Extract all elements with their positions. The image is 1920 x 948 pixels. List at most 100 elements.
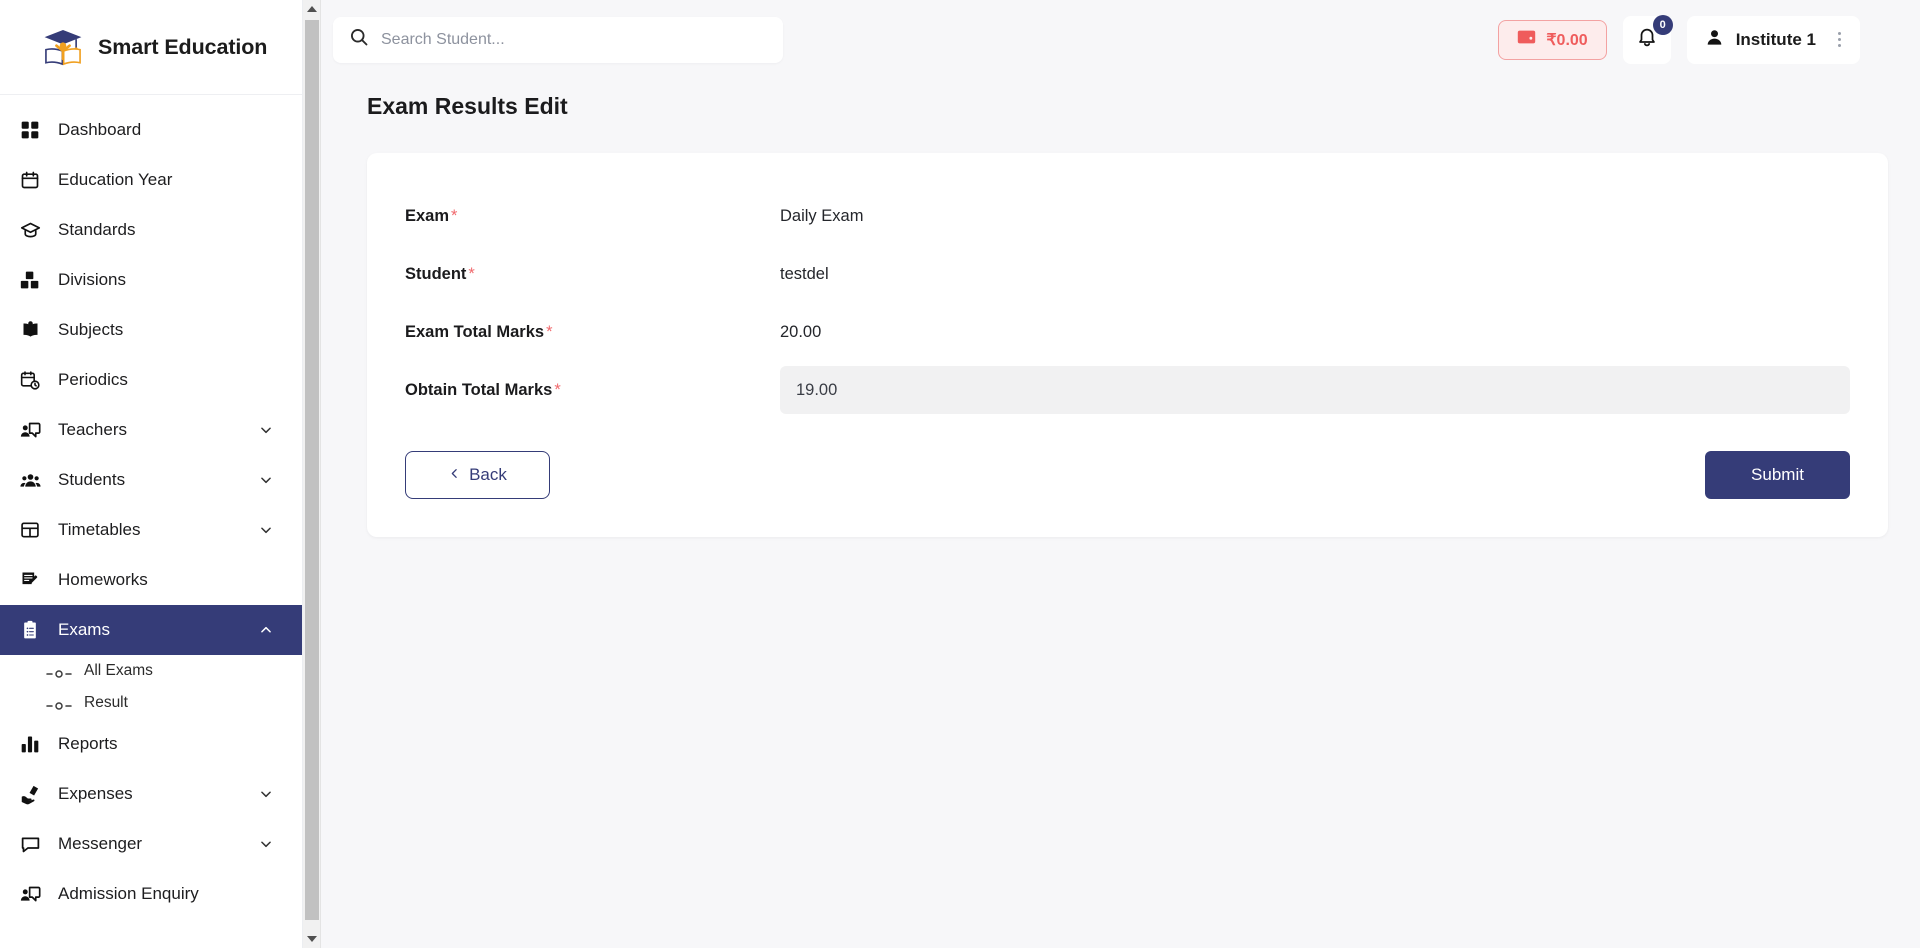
- sidebar-item-label: Standards: [58, 220, 136, 239]
- label-text: Obtain Total Marks: [405, 380, 553, 399]
- graduation-cap-logo-icon: [42, 26, 84, 68]
- chevron-down-icon[interactable]: [258, 786, 274, 802]
- app-root: Smart Education Dashboard Education Year: [0, 0, 1920, 948]
- bullet-dash-icon: [46, 666, 72, 678]
- sidebar-item-standards[interactable]: Standards: [0, 205, 302, 255]
- sidebar-item-homeworks[interactable]: Homeworks: [0, 555, 302, 605]
- chevron-up-icon[interactable]: [258, 622, 274, 638]
- scroll-up-arrow-icon[interactable]: [303, 0, 320, 18]
- form-actions: Back Submit: [405, 451, 1850, 499]
- sidebar-item-students[interactable]: Students: [0, 455, 302, 505]
- sidebar-item-label: Homeworks: [58, 570, 148, 589]
- submit-button[interactable]: Submit: [1705, 451, 1850, 499]
- sidebar-item-exams[interactable]: Exams: [0, 605, 302, 655]
- teacher-icon: [16, 416, 44, 444]
- label-text: Exam Total Marks: [405, 322, 545, 341]
- sidebar-item-timetables[interactable]: Timetables: [0, 505, 302, 555]
- bullet-dash-icon: [46, 698, 72, 710]
- calendar-icon: [16, 166, 44, 194]
- graduation-cap-icon: [16, 216, 44, 244]
- wallet-balance-button[interactable]: ₹0.00: [1498, 19, 1607, 60]
- form-row-exam: Exam * Daily Exam: [405, 187, 1850, 245]
- form-label-student: Student *: [405, 265, 780, 284]
- back-button-label: Back: [469, 465, 507, 484]
- wallet-amount: ₹0.00: [1546, 31, 1588, 49]
- sidebar-item-label: Messenger: [58, 834, 143, 853]
- chevron-down-icon[interactable]: [258, 836, 274, 852]
- sidebar-item-label: Subjects: [58, 320, 124, 339]
- label-text: Exam: [405, 206, 450, 225]
- brand[interactable]: Smart Education: [0, 0, 302, 95]
- blocks-icon: [16, 266, 44, 294]
- required-marker: *: [451, 206, 458, 225]
- obtain-total-marks-input[interactable]: [780, 366, 1850, 414]
- money-hand-icon: [16, 780, 44, 808]
- sidebar-subitem-result[interactable]: Result: [0, 687, 302, 719]
- topbar-right: ₹0.00 0 Institute 1: [1498, 14, 1860, 64]
- chevron-left-icon: [448, 465, 461, 485]
- sidebar-item-divisions[interactable]: Divisions: [0, 255, 302, 305]
- form-row-obtain-total-marks: Obtain Total Marks *: [405, 361, 1850, 419]
- people-icon: [16, 466, 44, 494]
- form-label-exam-total-marks: Exam Total Marks *: [405, 323, 780, 342]
- sidebar-item-label: Expenses: [58, 784, 133, 803]
- page-title: Exam Results Edit: [367, 93, 568, 119]
- form-value-exam: Daily Exam: [780, 206, 864, 225]
- sidebar-item-periodics[interactable]: Periodics: [0, 355, 302, 405]
- kebab-menu-icon[interactable]: [1828, 32, 1850, 47]
- user-menu[interactable]: Institute 1: [1686, 15, 1860, 64]
- chevron-down-icon[interactable]: [258, 422, 274, 438]
- sidebar-item-label: Teachers: [58, 420, 127, 439]
- chat-icon: [16, 830, 44, 858]
- sidebar-item-label: Students: [58, 470, 126, 489]
- wallet-icon: [1517, 29, 1536, 50]
- sidebar-item-subjects[interactable]: Subjects: [0, 305, 302, 355]
- notes-icon: [16, 566, 44, 594]
- chevron-down-icon[interactable]: [258, 472, 274, 488]
- form-label-exam: Exam *: [405, 207, 780, 226]
- sidebar-nav: Dashboard Education Year Standards Divis…: [0, 95, 302, 948]
- sidebar-item-label: Timetables: [58, 520, 141, 539]
- form-value-student: testdel: [780, 264, 829, 283]
- sidebar-item-reports[interactable]: Reports: [0, 719, 302, 769]
- topbar: ₹0.00 0 Institute 1: [303, 0, 1920, 79]
- sidebar-item-admission-enquiry[interactable]: Admission Enquiry: [0, 869, 302, 919]
- required-marker: *: [468, 264, 475, 283]
- scrollbar-thumb[interactable]: [305, 20, 319, 920]
- grid-icon: [16, 116, 44, 144]
- sidebar-item-expenses[interactable]: Expenses: [0, 769, 302, 819]
- calendar-clock-icon: [16, 366, 44, 394]
- scroll-down-arrow-icon[interactable]: [303, 930, 320, 948]
- sidebar-subitem-label: Result: [84, 694, 128, 711]
- sidebar-item-messenger[interactable]: Messenger: [0, 819, 302, 869]
- user-name: Institute 1: [1735, 29, 1816, 49]
- search-icon: [349, 27, 369, 52]
- sidebar-subitem-all-exams[interactable]: All Exams: [0, 655, 302, 687]
- form-row-exam-total-marks: Exam Total Marks * 20.00: [405, 303, 1850, 361]
- table-icon: [16, 516, 44, 544]
- sidebar-subitem-label: All Exams: [84, 662, 153, 679]
- sidebar-item-label: Reports: [58, 734, 118, 753]
- required-marker: *: [546, 322, 553, 341]
- form-row-student: Student * testdel: [405, 245, 1850, 303]
- brand-title: Smart Education: [98, 34, 268, 59]
- user-icon: [1705, 28, 1724, 52]
- sidebar-item-teachers[interactable]: Teachers: [0, 405, 302, 455]
- sidebar-item-dashboard[interactable]: Dashboard: [0, 105, 302, 155]
- sidebar-item-label: Admission Enquiry: [58, 884, 199, 903]
- search-box[interactable]: [333, 16, 783, 63]
- sidebar-item-education-year[interactable]: Education Year: [0, 155, 302, 205]
- chevron-down-icon[interactable]: [258, 522, 274, 538]
- book-open-icon: [16, 316, 44, 344]
- search-input[interactable]: [381, 30, 767, 49]
- notification-count-badge: 0: [1652, 14, 1673, 35]
- teacher-icon: [16, 880, 44, 908]
- sidebar-scrollbar[interactable]: [303, 0, 321, 948]
- sidebar-item-label: Exams: [58, 620, 110, 639]
- bar-chart-icon: [16, 730, 44, 758]
- sidebar-item-label: Periodics: [58, 370, 128, 389]
- notifications-button[interactable]: 0: [1622, 14, 1673, 64]
- sidebar-item-label: Divisions: [58, 270, 127, 289]
- back-button[interactable]: Back: [405, 451, 550, 499]
- exam-result-form-card: Exam * Daily Exam Student * testdel Exam T…: [367, 153, 1888, 537]
